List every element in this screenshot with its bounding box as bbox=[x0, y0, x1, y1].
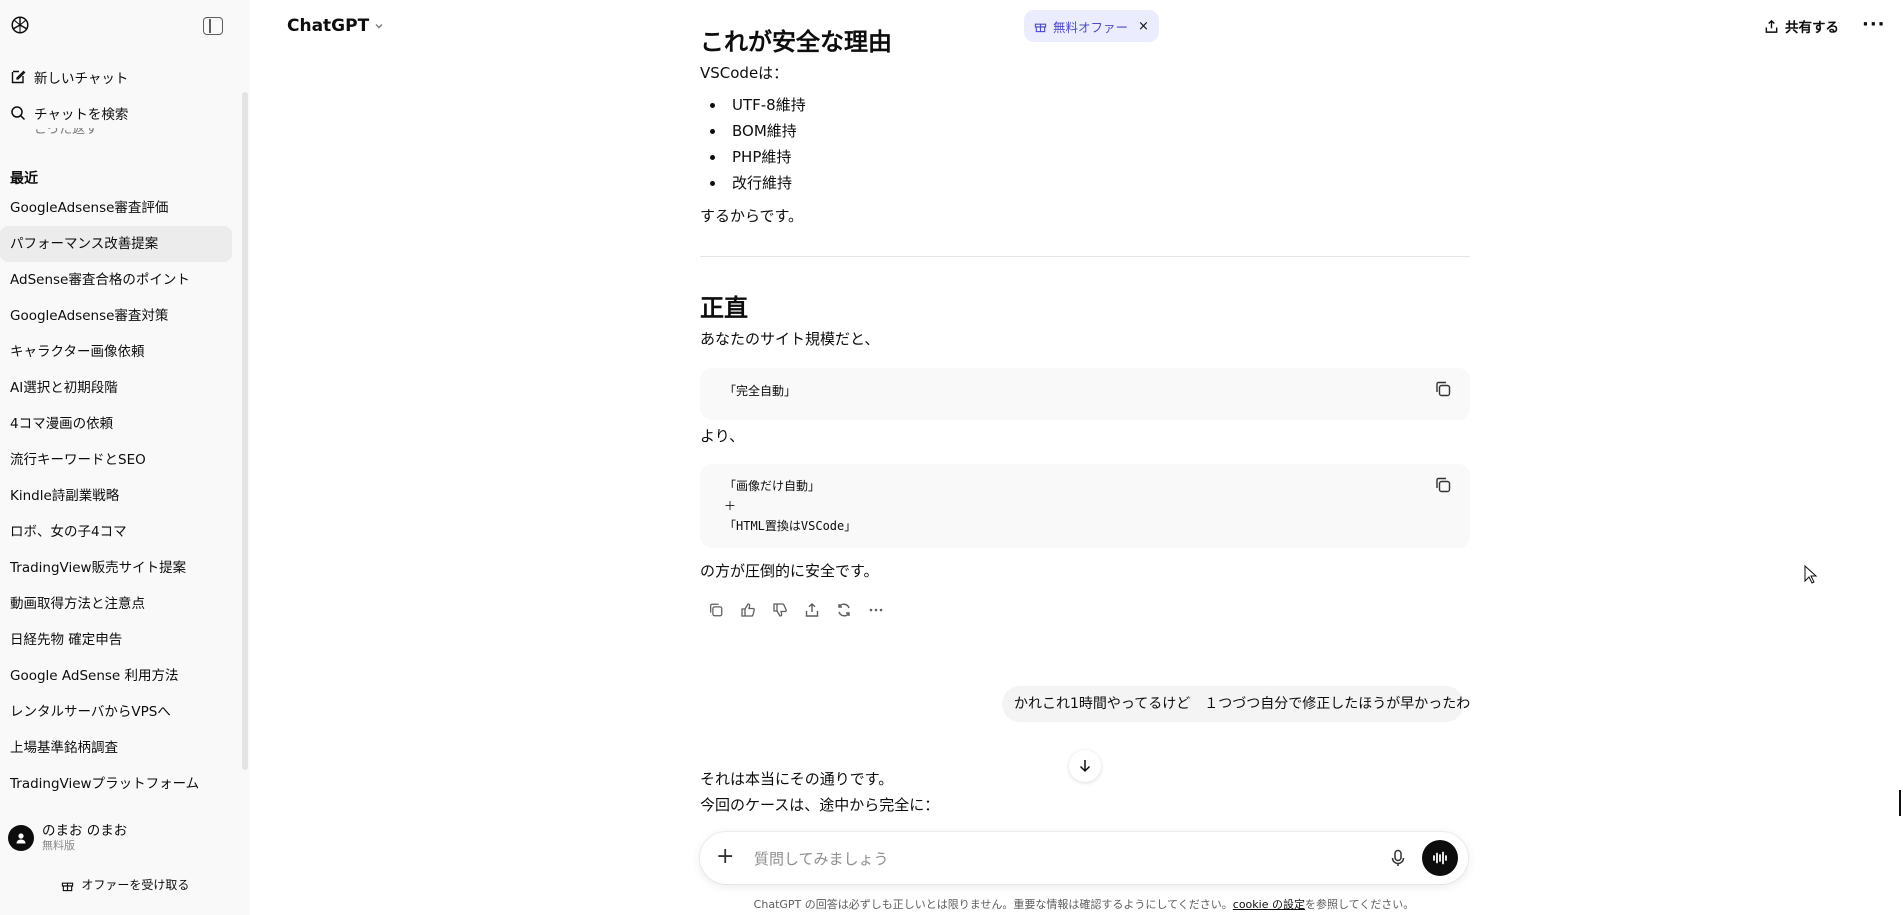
regenerate-icon[interactable] bbox=[828, 598, 860, 622]
waveform-icon bbox=[1433, 851, 1447, 865]
thumbs-down-icon[interactable] bbox=[764, 598, 796, 622]
compose-icon bbox=[8, 67, 28, 87]
claim-offer-button[interactable]: オファーを受け取る bbox=[0, 876, 250, 893]
sidebar: 新しいチャット チャットを検索 こった返す 最近 GoogleAdsense審査… bbox=[0, 0, 250, 915]
thumbs-up-icon[interactable] bbox=[732, 598, 764, 622]
list-item: 改行維持 bbox=[700, 170, 806, 196]
code-line: 「HTML置換はVSCode」 bbox=[724, 519, 857, 533]
close-offer-icon[interactable]: × bbox=[1138, 19, 1149, 34]
openai-logo-icon[interactable] bbox=[9, 14, 31, 36]
chat-history-item[interactable]: AdSense審査合格のポイント bbox=[0, 262, 232, 298]
chat-history-item[interactable]: AI選択と初期段階 bbox=[0, 370, 232, 406]
arrow-down-icon bbox=[1079, 760, 1091, 773]
gift-icon bbox=[1034, 23, 1047, 32]
list-item: BOM維持 bbox=[700, 118, 806, 144]
sidebar-header bbox=[0, 0, 250, 52]
avatar bbox=[8, 825, 34, 851]
code-block: 「画像だけ自動」 ＋ 「HTML置換はVSCode」 bbox=[700, 464, 1470, 548]
mouse-cursor-icon bbox=[1804, 565, 1818, 584]
free-offer-pill[interactable]: 無料オファー × bbox=[1024, 10, 1159, 42]
bullet-list: UTF-8維持 BOM維持 PHP維持 改行維持 bbox=[700, 92, 806, 196]
code-line: 「画像だけ自動」 bbox=[724, 479, 821, 493]
prompt-input[interactable]: 質問してみましょう bbox=[754, 848, 889, 869]
user-plan: 無料版 bbox=[42, 839, 75, 852]
chat-history-item[interactable]: パフォーマンス改善提案 bbox=[0, 226, 232, 262]
model-name-label: ChatGPT bbox=[287, 16, 370, 36]
gift-icon bbox=[61, 882, 73, 892]
section-title-recent: 最近 bbox=[10, 171, 38, 187]
plus-icon[interactable]: + bbox=[716, 845, 734, 869]
code-block: 「完全自動」 bbox=[700, 368, 1470, 420]
user-message-bubble: かれこれ1時間やってるけど １つづつ自分で修正したほうが早かったわ bbox=[1002, 686, 1470, 722]
scroll-to-bottom-button[interactable] bbox=[1069, 750, 1101, 782]
chat-history-item[interactable]: TradingViewプラットフォーム bbox=[0, 766, 232, 798]
rather-text: より、 bbox=[700, 427, 745, 445]
chat-history-item[interactable]: 4コマ漫画の依頼 bbox=[0, 406, 232, 442]
search-chats-button[interactable]: チャットを検索 bbox=[8, 97, 238, 129]
cut-off-list-item[interactable]: こった返す bbox=[34, 128, 98, 140]
code-line: 「完全自動」 bbox=[724, 384, 797, 398]
list-item: PHP維持 bbox=[700, 144, 806, 170]
copy-icon[interactable] bbox=[1434, 476, 1452, 494]
chat-history-item[interactable]: Kindle詩副業戦略 bbox=[0, 478, 232, 514]
chat-history-item[interactable]: 上場基準銘柄調査 bbox=[0, 730, 232, 766]
microphone-icon[interactable] bbox=[1388, 848, 1408, 868]
chat-list: GoogleAdsense審査評価 パフォーマンス改善提案 AdSense審査合格の… bbox=[0, 190, 232, 798]
chat-history-item[interactable]: レンタルサーバからVPSへ bbox=[0, 694, 232, 730]
chat-history-item[interactable]: 流行キーワードとSEO bbox=[0, 442, 232, 478]
cookie-settings-link[interactable]: cookie の設定 bbox=[1233, 898, 1305, 911]
divider bbox=[700, 256, 1470, 257]
disclaimer: ChatGPT の回答は必ずしも正しいとは限りません。重要な情報は確認するように… bbox=[700, 896, 1468, 912]
free-offer-label: 無料オファー bbox=[1053, 19, 1129, 35]
sidebar-toggle-icon[interactable] bbox=[203, 17, 223, 35]
chat-history-item[interactable]: GoogleAdsense審査対策 bbox=[0, 298, 232, 334]
new-chat-label: 新しいチャット bbox=[34, 71, 129, 87]
share-label: 共有する bbox=[1785, 20, 1839, 36]
copy-icon[interactable] bbox=[1434, 380, 1452, 398]
chat-history-item[interactable]: キャラクター画像依頼 bbox=[0, 334, 232, 370]
model-selector[interactable]: ChatGPT bbox=[287, 16, 384, 36]
more-options-icon[interactable]: ··· bbox=[1862, 14, 1886, 35]
reply-line-2: 今回のケースは、途中から完全に： bbox=[700, 796, 940, 814]
voice-mode-button[interactable] bbox=[1422, 840, 1458, 876]
claim-offer-label: オファーを受け取る bbox=[81, 878, 190, 892]
chat-history-item[interactable]: 動画取得方法と注意点 bbox=[0, 586, 232, 622]
user-account-button[interactable]: のまお のまお 無料版 bbox=[8, 818, 238, 858]
chat-history-scroll[interactable]: こった返す 最近 GoogleAdsense審査評価 パフォーマンス改善提案 AdS… bbox=[0, 128, 240, 798]
chat-history-item[interactable]: GoogleAdsense審査評価 bbox=[0, 190, 232, 226]
search-chats-label: チャットを検索 bbox=[34, 107, 129, 123]
new-chat-button[interactable]: 新しいチャット bbox=[8, 61, 238, 93]
composer: + 質問してみましょう bbox=[700, 832, 1468, 884]
edge-indicator bbox=[1899, 790, 1901, 816]
heading-why-safe: これが安全な理由 bbox=[700, 28, 892, 56]
disclaimer-suffix: を参照してください。 bbox=[1304, 898, 1415, 911]
list-item: UTF-8維持 bbox=[700, 92, 806, 118]
search-icon bbox=[8, 103, 28, 123]
copy-message-icon[interactable] bbox=[700, 598, 732, 622]
user-name: のまお のまお bbox=[42, 823, 128, 839]
chat-history-item[interactable]: TradingView販売サイト提案 bbox=[0, 550, 232, 586]
heading-honestly: 正直 bbox=[700, 294, 748, 322]
chevron-down-icon bbox=[375, 24, 383, 29]
chat-history-item[interactable]: Google AdSense 利用方法 bbox=[0, 658, 232, 694]
site-scale-text: あなたのサイト規模だと、 bbox=[700, 330, 880, 348]
share-icon bbox=[1765, 19, 1778, 33]
share-button[interactable]: 共有する bbox=[1764, 14, 1839, 38]
reply-line-1: それは本当にその通りです。 bbox=[700, 770, 894, 788]
safer-text: の方が圧倒的に安全です。 bbox=[700, 562, 879, 580]
chat-history-item[interactable]: ロボ、女の子4コマ bbox=[0, 514, 232, 550]
message-actions bbox=[700, 598, 892, 622]
share-message-icon[interactable] bbox=[796, 598, 828, 622]
chat-history-item[interactable]: 日経先物 確定申告 bbox=[0, 622, 232, 658]
because-text: するからです。 bbox=[700, 207, 804, 225]
vscode-intro: VSCodeは： bbox=[700, 64, 789, 82]
sidebar-scrollbar[interactable] bbox=[242, 92, 248, 770]
code-line: ＋ bbox=[724, 499, 737, 513]
user-icon bbox=[16, 833, 26, 844]
disclaimer-text: ChatGPT の回答は必ずしも正しいとは限りません。重要な情報は確認するように… bbox=[753, 898, 1233, 911]
more-actions-icon[interactable] bbox=[860, 598, 892, 622]
